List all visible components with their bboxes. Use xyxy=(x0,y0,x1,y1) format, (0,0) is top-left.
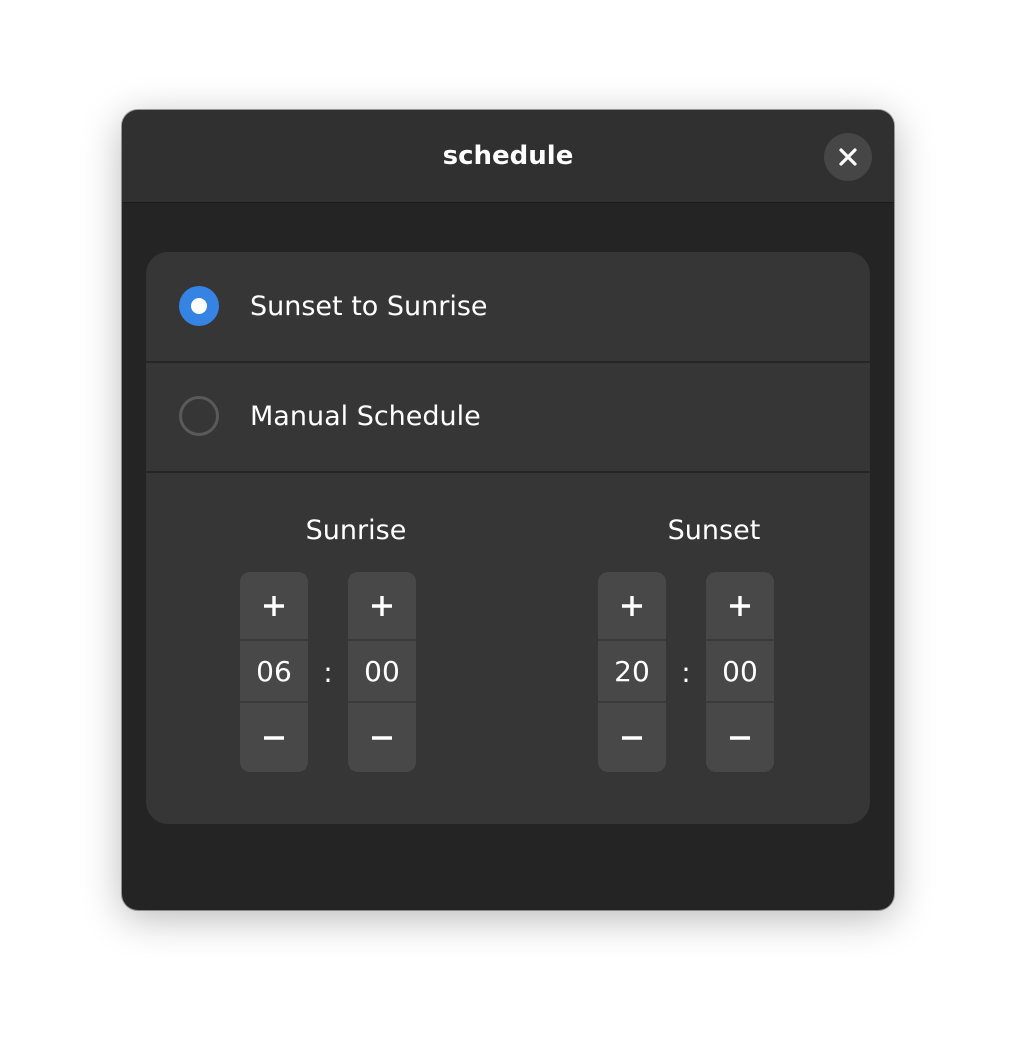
plus-icon xyxy=(370,594,394,618)
minus-icon xyxy=(620,726,644,750)
minus-icon xyxy=(262,726,286,750)
sunrise-minute-value[interactable]: 00 xyxy=(348,641,416,703)
close-icon xyxy=(838,147,858,167)
sunrise-minute-increment-button[interactable] xyxy=(348,572,416,641)
sunset-hour-spinner: 20 xyxy=(598,572,666,772)
sunset-hour-value[interactable]: 20 xyxy=(598,641,666,703)
minus-icon xyxy=(370,726,394,750)
option-sunset-to-sunrise[interactable]: Sunset to Sunrise xyxy=(146,252,870,363)
radio-manual-schedule[interactable] xyxy=(179,396,219,436)
sunrise-minute-spinner: 00 xyxy=(348,572,416,772)
schedule-card: Sunset to Sunrise Manual Schedule Sunris… xyxy=(146,252,870,824)
sunset-time: Sunset 20 : 00 xyxy=(596,472,832,772)
plus-icon xyxy=(262,594,286,618)
plus-icon xyxy=(620,594,644,618)
sunrise-hour-spinner: 06 xyxy=(240,572,308,772)
option-label: Manual Schedule xyxy=(250,401,481,432)
sunset-minute-increment-button[interactable] xyxy=(706,572,774,641)
option-label: Sunset to Sunrise xyxy=(250,291,488,322)
minus-icon xyxy=(728,726,752,750)
sunrise-hour-decrement-button[interactable] xyxy=(240,703,308,772)
sunset-hour-decrement-button[interactable] xyxy=(598,703,666,772)
schedule-dialog: schedule Sunset to Sunrise Manual Schedu… xyxy=(122,110,894,910)
sunset-label: Sunset xyxy=(667,515,761,546)
sunrise-hour-value[interactable]: 06 xyxy=(240,641,308,703)
option-manual-schedule[interactable]: Manual Schedule xyxy=(146,362,870,473)
header-bar: schedule xyxy=(122,110,894,203)
sunrise-label: Sunrise xyxy=(305,515,407,546)
sunrise-hour-increment-button[interactable] xyxy=(240,572,308,641)
sunrise-time: Sunrise 06 : 00 xyxy=(238,472,474,772)
sunset-minute-decrement-button[interactable] xyxy=(706,703,774,772)
sunset-minute-spinner: 00 xyxy=(706,572,774,772)
radio-sunset-to-sunrise[interactable] xyxy=(179,286,219,326)
plus-icon xyxy=(728,594,752,618)
sunrise-minute-decrement-button[interactable] xyxy=(348,703,416,772)
sunset-hour-increment-button[interactable] xyxy=(598,572,666,641)
time-separator: : xyxy=(323,656,333,689)
time-separator: : xyxy=(681,656,691,689)
sunset-minute-value[interactable]: 00 xyxy=(706,641,774,703)
close-button[interactable] xyxy=(824,133,872,181)
dialog-title: schedule xyxy=(442,141,574,171)
